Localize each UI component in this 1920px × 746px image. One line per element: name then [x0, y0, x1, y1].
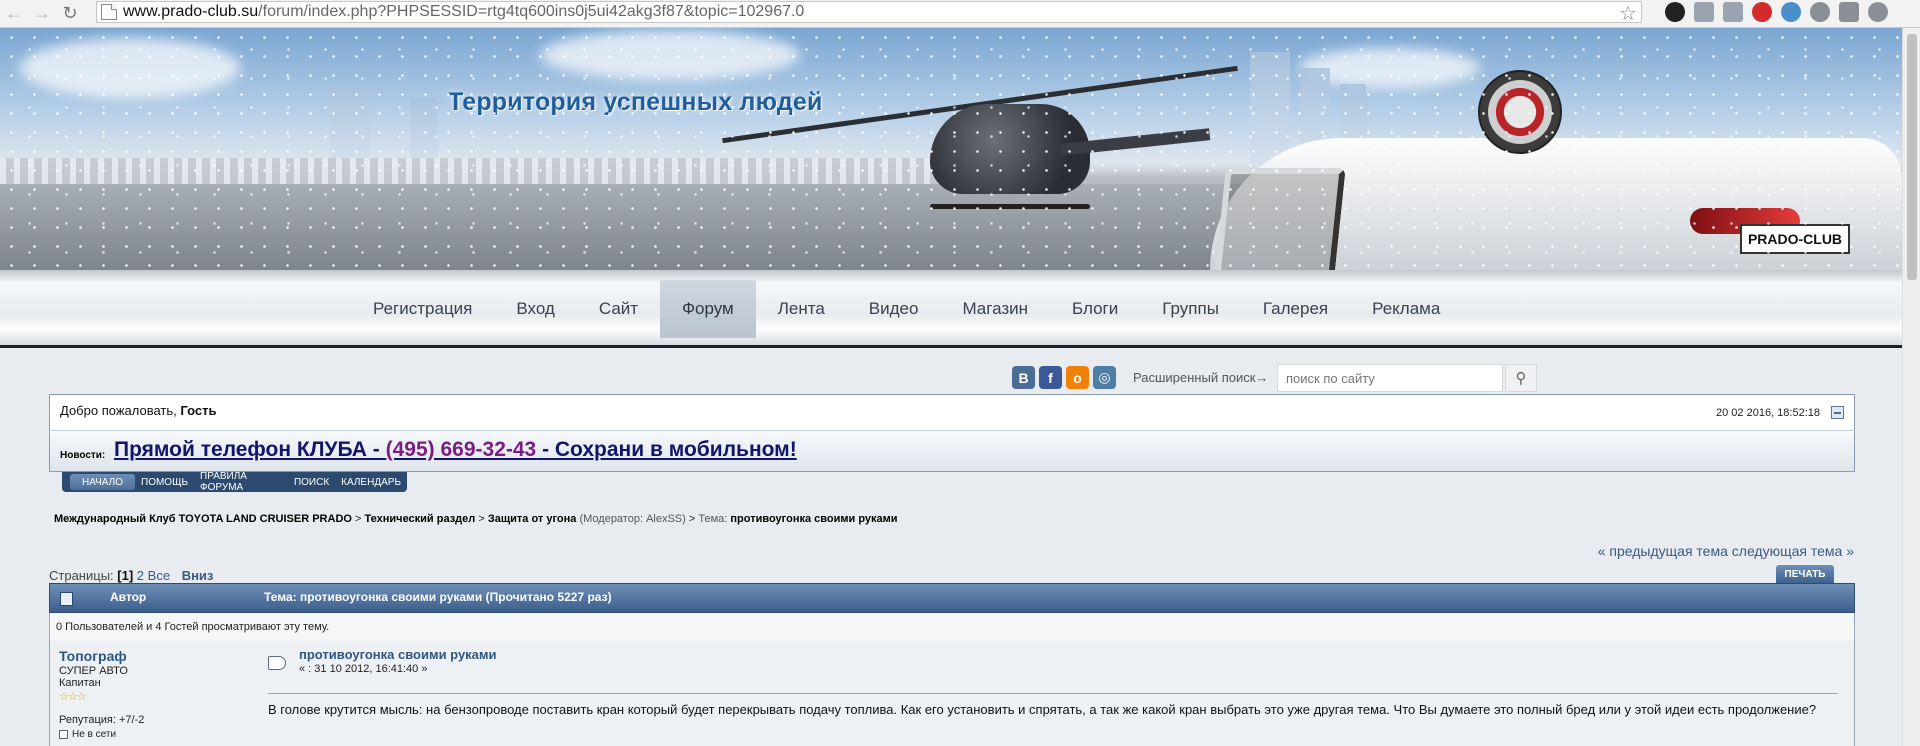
current-datetime: 20 02 2016, 18:52:18 [1716, 407, 1820, 419]
welcome-text: Добро пожаловать, Гость [60, 403, 217, 418]
menu-item-4[interactable]: Лента [756, 280, 847, 338]
forward-icon[interactable]: → [28, 2, 56, 26]
menu-item-10[interactable]: Реклама [1350, 280, 1462, 338]
news-link[interactable]: Прямой телефон КЛУБА - (495) 669-32-43 -… [114, 438, 797, 462]
poster-info: Топограф СУПЕР АВТО Капитан ☆☆☆ Репутаци… [59, 648, 249, 740]
extension-icon[interactable] [1810, 2, 1830, 22]
social-links: Вf о ◎ [1012, 366, 1116, 389]
club-logo[interactable] [1478, 70, 1562, 154]
print-button[interactable]: ПЕЧАТЬ [1776, 565, 1834, 583]
poster-group: СУПЕР АВТО [59, 665, 128, 677]
post-date: « : 31 10 2012, 16:41:40 » [299, 663, 428, 675]
menu-item-7[interactable]: Блоги [1050, 280, 1140, 338]
vk-icon[interactable]: В [1012, 366, 1035, 389]
advanced-search-link[interactable]: Расширенный поиск→ [1133, 370, 1268, 385]
menu-item-1[interactable]: Вход [494, 280, 576, 338]
browser-toolbar: ← → ↻ www.prado-club.su/forum/index.php?… [0, 0, 1920, 28]
welcome-bar: Добро пожаловать, Гость 20 02 2016, 18:5… [49, 394, 1855, 430]
instagram-icon[interactable]: ◎ [1093, 366, 1116, 389]
topic-navigation[interactable]: « предыдущая тема следующая тема » [1598, 543, 1854, 559]
back-icon[interactable]: ← [0, 2, 28, 26]
breadcrumb: Международный Клуб TOYOTA LAND CRUISER P… [54, 513, 898, 525]
main-menu: Регистрация Вход Сайт Форум Лента Видео Магази… [351, 280, 1462, 338]
extension-icon[interactable] [1781, 2, 1801, 22]
menu-item-8[interactable]: Группы [1140, 280, 1241, 338]
page-icon [101, 4, 117, 20]
search-input[interactable] [1277, 364, 1503, 392]
breadcrumb-club[interactable]: Международный Клуб TOYOTA LAND CRUISER P… [54, 513, 352, 525]
rank-stars-icon: ☆☆☆ [59, 691, 87, 703]
car-plate: PRADO-CLUB [1740, 224, 1850, 254]
search-icon: ⚲ [1515, 370, 1527, 387]
url-text: www.prado-club.su/forum/index.php?PHPSES… [123, 3, 805, 20]
facebook-icon[interactable]: f [1039, 366, 1062, 389]
post-title[interactable]: противоугонка своими руками [299, 647, 497, 662]
menu-item-2[interactable]: Сайт [577, 280, 660, 338]
odnoklassniki-icon[interactable]: о [1066, 366, 1089, 389]
post-body: В голове крутится мысль: на бензопроводе… [268, 702, 1817, 717]
poster-rank: Капитан [59, 677, 101, 689]
reload-icon[interactable]: ↻ [56, 2, 84, 26]
online-status: Не в сети [59, 729, 249, 740]
breadcrumb-section[interactable]: Технический раздел [365, 513, 476, 525]
go-down-link[interactable]: Вниз [182, 568, 214, 583]
tab-2[interactable]: Правила форума [194, 471, 288, 493]
adblock-icon[interactable] [1752, 2, 1772, 22]
header-banner: PRADO-CLUB Территория успешных людей [0, 28, 1902, 270]
forum-tabs: Начало Помощь Правила форума Поиск Календарь [62, 471, 407, 493]
scrollbar-thumb[interactable] [1907, 34, 1917, 280]
tab-3[interactable]: Поиск [288, 474, 335, 490]
pagination: Страницы: [1] 2 Все Вниз [49, 568, 214, 583]
offline-icon [59, 730, 68, 739]
page-current: [1] [117, 568, 134, 583]
extension-icon[interactable] [1665, 2, 1685, 22]
tab-4[interactable]: Календарь [335, 474, 407, 490]
viewers-count: 0 Пользователей и 4 Гостей просматривают… [49, 613, 1855, 641]
poster-reputation: Репутация: +7/-2 [59, 714, 145, 726]
tab-0[interactable]: Начало [70, 474, 136, 490]
menu-item-9[interactable]: Галерея [1241, 280, 1350, 338]
moderator-label: (Модератор: AlexSS) [579, 513, 686, 525]
poster-name[interactable]: Топограф [59, 648, 249, 664]
topic-title-header: Тема: противоугонка своими руками (Прочи… [264, 590, 612, 604]
topic-header: Автор Тема: противоугонка своими руками … [49, 583, 1855, 613]
bookmark-star-icon[interactable]: ☆ [1619, 1, 1637, 26]
address-bar[interactable]: www.prado-club.su/forum/index.php?PHPSES… [96, 1, 1642, 26]
collapse-icon[interactable] [1831, 406, 1844, 419]
tab-1[interactable]: Помощь [135, 474, 194, 490]
menu-item-3[interactable]: Форум [660, 280, 756, 338]
page-2-link[interactable]: 2 [137, 568, 144, 583]
author-column-header: Автор [110, 590, 147, 604]
extension-icon[interactable] [1839, 2, 1859, 22]
breadcrumb-board[interactable]: Защита от угона [488, 513, 577, 525]
page-scrollbar[interactable] [1902, 28, 1920, 746]
news-label: Новости: [60, 450, 106, 461]
extension-icon[interactable] [1723, 2, 1743, 22]
menu-item-0[interactable]: Регистрация [351, 280, 494, 338]
topic-icon [60, 592, 73, 606]
post-icon [268, 656, 286, 670]
menu-item-6[interactable]: Магазин [940, 280, 1050, 338]
search-button[interactable]: ⚲ [1505, 364, 1537, 392]
banner-title: Территория успешных людей [448, 88, 823, 116]
extension-icon[interactable] [1694, 2, 1714, 22]
menu-item-5[interactable]: Видео [847, 280, 941, 338]
extensions [1665, 2, 1888, 22]
post: Топограф СУПЕР АВТО Капитан ☆☆☆ Репутаци… [49, 641, 1855, 746]
extension-icon[interactable] [1868, 2, 1888, 22]
main-menu-bar: Регистрация Вход Сайт Форум Лента Видео Магази… [0, 270, 1902, 348]
page-all-link[interactable]: Все [148, 568, 170, 583]
breadcrumb-topic[interactable]: противоугонка своими руками [730, 513, 897, 525]
news-bar: Новости: Прямой телефон КЛУБА - (495) 66… [49, 430, 1855, 472]
